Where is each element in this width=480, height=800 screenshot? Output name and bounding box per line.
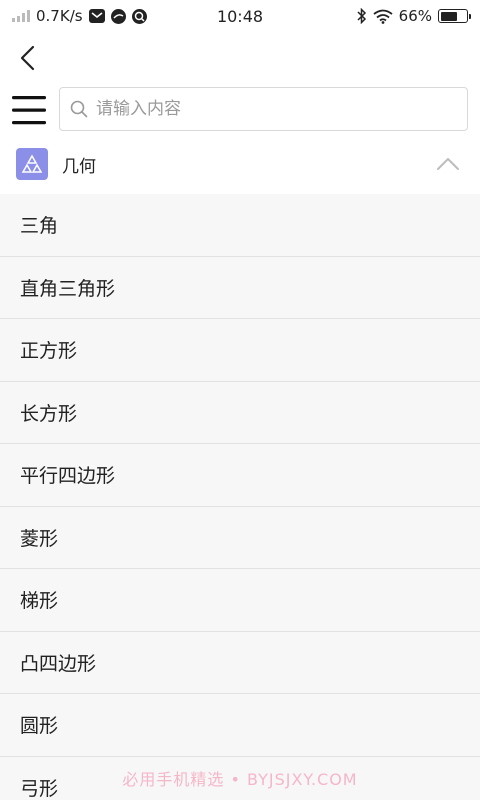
- list-item-label: 三角: [20, 215, 59, 238]
- list-item[interactable]: 长方形: [0, 382, 480, 444]
- list-item-label: 圆形: [20, 715, 59, 738]
- list-item[interactable]: 正方形: [0, 319, 480, 382]
- list-item[interactable]: 菱形: [0, 507, 480, 569]
- status-bar: 0.7K/s 10:48 66%: [0, 0, 480, 32]
- mail-icon: [88, 9, 105, 23]
- status-right: 66%: [357, 7, 471, 25]
- list-item[interactable]: 弓形: [0, 757, 480, 800]
- search-row: [0, 86, 480, 134]
- list-item[interactable]: 直角三角形: [0, 257, 480, 319]
- list-item-label: 长方形: [20, 402, 78, 425]
- network-speed: 0.7K/s: [36, 7, 83, 25]
- hamburger-menu-icon: [12, 96, 46, 125]
- status-left: 0.7K/s: [12, 7, 147, 25]
- list-item-label: 直角三角形: [20, 277, 116, 300]
- list-item-label: 菱形: [20, 527, 59, 550]
- list-item-label: 梯形: [20, 590, 59, 613]
- list-item-label: 平行四边形: [20, 465, 116, 488]
- chevron-up-icon: [437, 158, 459, 170]
- wifi-icon: [373, 9, 393, 24]
- list-item-label: 正方形: [20, 340, 78, 363]
- battery-percent: 66%: [398, 7, 432, 25]
- search-icon: [70, 100, 88, 118]
- list-item[interactable]: 圆形: [0, 694, 480, 757]
- signal-icon: [12, 10, 30, 22]
- chat-app-icon: [110, 8, 126, 24]
- q-app-icon: [131, 8, 147, 24]
- category-item-list: 三角直角三角形正方形长方形平行四边形菱形梯形凸四边形圆形弓形: [0, 194, 480, 800]
- category-label: 几何: [62, 156, 96, 177]
- search-box[interactable]: [59, 87, 468, 131]
- list-item-label: 凸四边形: [20, 652, 97, 675]
- list-item-label: 弓形: [20, 777, 59, 800]
- list-item[interactable]: 梯形: [0, 569, 480, 632]
- battery-level-fill: [440, 11, 457, 21]
- list-item[interactable]: 平行四边形: [0, 444, 480, 507]
- bluetooth-icon: [357, 8, 366, 24]
- list-item[interactable]: 凸四边形: [0, 632, 480, 694]
- collapse-button[interactable]: [432, 148, 464, 180]
- list-item[interactable]: 三角: [0, 194, 480, 257]
- category-header[interactable]: 几何: [0, 142, 480, 186]
- chevron-left-icon: [20, 45, 35, 71]
- menu-button[interactable]: [0, 86, 58, 134]
- search-input[interactable]: [96, 99, 436, 119]
- back-button[interactable]: [0, 38, 80, 78]
- triangles-icon: [16, 148, 48, 180]
- battery-icon: [438, 9, 471, 23]
